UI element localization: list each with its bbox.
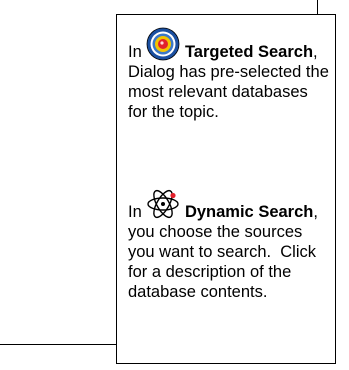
dynamic-line-5: database contents. — [128, 283, 268, 301]
search-info-callout: In Targeted Search, Dialog has pre-selec… — [116, 14, 336, 364]
dynamic-search-title: Dynamic Search — [184, 203, 314, 221]
targeted-prefix: In — [128, 43, 147, 61]
dynamic-comma: , — [313, 203, 318, 221]
dynamic-line-3: you want to search. Click — [128, 243, 316, 261]
callout-connector-bottom — [0, 344, 116, 345]
targeted-line-4: for the topic. — [128, 103, 219, 121]
target-icon — [146, 27, 180, 61]
callout-connector-top — [317, 0, 318, 14]
dynamic-line-2: you choose the sources — [128, 223, 303, 241]
targeted-search-title: Targeted Search — [184, 43, 314, 61]
targeted-comma: , — [313, 43, 318, 61]
targeted-line-3: most relevant databases — [128, 83, 308, 101]
dynamic-search-description: In Dynamic Search, you choose the source… — [128, 187, 333, 302]
dynamic-prefix: In — [128, 203, 147, 221]
targeted-line-2: Dialog has pre-selected the — [128, 63, 329, 81]
atom-icon — [146, 187, 180, 221]
targeted-search-description: In Targeted Search, Dialog has pre-selec… — [128, 27, 333, 122]
dynamic-line-4: for a description of the — [128, 263, 292, 281]
